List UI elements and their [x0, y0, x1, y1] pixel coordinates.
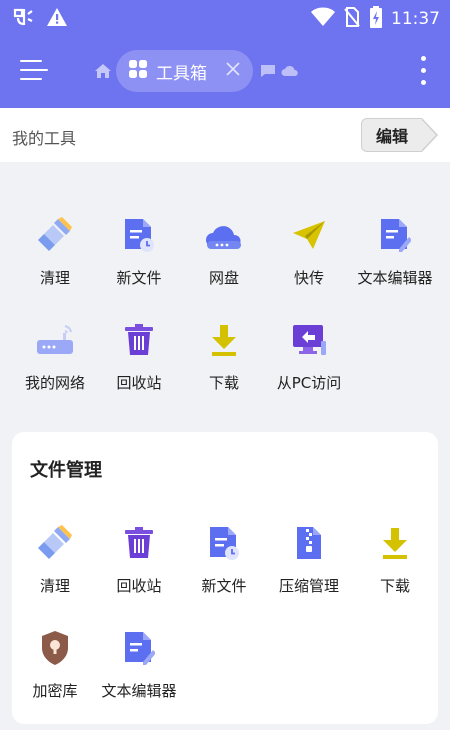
- file-tool-clean[interactable]: 清理: [13, 523, 97, 605]
- tool-label: 压缩管理: [278, 577, 339, 595]
- file-tool-new-file[interactable]: 新文件: [182, 523, 266, 605]
- tab-strip: 工具箱: [92, 50, 301, 92]
- edit-button-label: 编辑: [375, 127, 408, 146]
- tool-download[interactable]: 下载: [182, 320, 266, 402]
- tab-toolbox[interactable]: 工具箱: [116, 50, 253, 92]
- app-notification-icon: [12, 6, 34, 32]
- clock-time: 11:37: [391, 9, 440, 29]
- recycle-bin-icon: [119, 320, 159, 360]
- toolbox-icon: [128, 59, 148, 84]
- home-icon[interactable]: [92, 60, 114, 82]
- file-tool-download[interactable]: 下载: [353, 523, 437, 605]
- app-bar: 工具箱: [0, 34, 450, 108]
- tool-label: 下载: [379, 577, 410, 595]
- more-vertical-icon[interactable]: [420, 56, 428, 86]
- tool-label: 清理: [39, 577, 70, 595]
- download-icon: [375, 523, 415, 563]
- wifi-icon: [311, 7, 335, 31]
- battery-charging-icon: [369, 6, 383, 32]
- tool-label: 快传: [293, 269, 324, 287]
- tool-cloud-drive[interactable]: 网盘: [182, 215, 266, 297]
- tool-label: 从PC访问: [276, 374, 342, 392]
- tool-label: 网盘: [208, 269, 239, 287]
- chat-icon[interactable]: [257, 60, 279, 82]
- tool-label: 文本编辑器: [101, 682, 177, 700]
- tool-new-file[interactable]: 新文件: [97, 215, 181, 297]
- tool-label: 文本编辑器: [357, 269, 433, 287]
- paper-plane-icon: [289, 215, 329, 255]
- hamburger-menu-icon[interactable]: [20, 58, 50, 84]
- tool-label: 回收站: [116, 374, 162, 392]
- file-tool-zip[interactable]: 压缩管理: [267, 523, 351, 605]
- broom-icon: [35, 523, 75, 563]
- no-sim-icon: [343, 7, 361, 31]
- tool-label: 清理: [39, 269, 70, 287]
- tool-label: 新文件: [201, 577, 247, 595]
- text-editor-icon: [119, 628, 159, 668]
- file-management-title: 文件管理: [30, 460, 102, 481]
- file-tool-vault[interactable]: 加密库: [13, 628, 97, 710]
- cloud-drive-icon: [204, 215, 244, 255]
- recycle-bin-icon: [119, 523, 159, 563]
- text-editor-icon: [375, 215, 415, 255]
- shield-lock-icon: [35, 628, 75, 668]
- status-bar: 11:37: [0, 0, 450, 34]
- tool-pc-access[interactable]: 从PC访问: [267, 320, 351, 402]
- tool-label: 回收站: [116, 577, 162, 595]
- tool-label: 加密库: [32, 682, 78, 700]
- my-tools-title: 我的工具: [12, 129, 77, 148]
- tool-recycle-bin[interactable]: 回收站: [97, 320, 181, 402]
- tool-clean[interactable]: 清理: [13, 215, 97, 297]
- zip-archive-icon: [289, 523, 329, 563]
- file-tool-recycle-bin[interactable]: 回收站: [97, 523, 181, 605]
- close-icon[interactable]: [225, 61, 241, 82]
- tool-label: 下载: [208, 374, 239, 392]
- warning-icon: [46, 6, 68, 32]
- download-icon: [204, 320, 244, 360]
- new-file-icon: [119, 215, 159, 255]
- tool-my-network[interactable]: 我的网络: [13, 320, 97, 402]
- tab-label: 工具箱: [156, 63, 207, 84]
- router-icon: [35, 320, 75, 360]
- tool-text-editor[interactable]: 文本编辑器: [353, 215, 437, 297]
- broom-icon: [35, 215, 75, 255]
- my-tools-header: 我的工具 编辑: [0, 108, 450, 162]
- cloud-icon[interactable]: [279, 60, 301, 82]
- tool-label: 我的网络: [24, 374, 85, 392]
- pc-access-icon: [289, 320, 329, 360]
- new-file-icon: [204, 523, 244, 563]
- edit-button[interactable]: 编辑: [360, 118, 439, 152]
- file-tool-text-editor[interactable]: 文本编辑器: [97, 628, 181, 710]
- tool-label: 新文件: [116, 269, 162, 287]
- tool-quick-send[interactable]: 快传: [267, 215, 351, 297]
